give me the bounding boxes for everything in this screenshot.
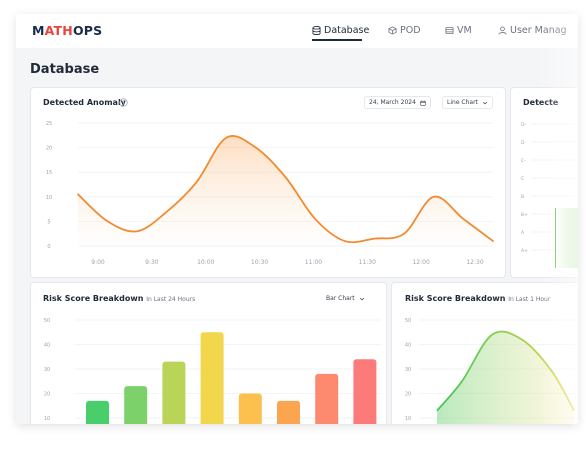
server-icon [445,26,454,35]
risk-24h-card: Risk Score Breakdown In Last 24 Hours Ba… [30,282,387,424]
grade-card: Detecte D- D C- C B B+ A A+ [510,87,578,278]
nav-item-label: Database [324,25,370,36]
risk-bar [353,359,377,424]
anomaly-area-fill [78,135,493,246]
nav-item-database[interactable]: Database [312,25,369,36]
x-tick-label: 11:00 [305,259,322,266]
grade-chart: D- D C- C B B+ A A+ [521,122,578,268]
y-tick-label: 50 [405,318,411,324]
grade-tick-label: A [521,230,525,236]
risk-24h-bar-chart: 10 20 30 40 50 [44,318,381,424]
y-tick-label: 20 [46,146,52,152]
x-tick-label: 11:30 [359,259,376,266]
cube-icon [388,26,397,35]
grade-tick-label: D- [521,122,526,128]
x-tick-label: 10:00 [197,259,214,266]
y-tick-label: 50 [44,318,50,324]
y-tick-label: 20 [405,392,411,398]
x-tick-label: 12:30 [466,259,483,266]
risk-1h-card: Risk Score Breakdown In Last 1 Hour 10 20… [391,282,578,424]
nav-item-label: User Manag [510,25,567,36]
risk-bar [124,386,148,424]
risk-bar [238,393,262,424]
active-nav-indicator [312,39,362,41]
top-navbar: MATHOPS Database POD VM User Manag [16,14,578,48]
anomaly-card: Detected Anomaly 24, March 2024 Line Cha… [30,87,506,278]
brand-logo-part3: OPS [72,23,103,38]
risk-bar [86,400,109,424]
nav-item-label: POD [400,25,421,36]
grade-bar-fill [555,208,578,268]
nav-item-vm[interactable]: VM [445,25,472,36]
y-tick-label: 20 [44,392,50,398]
y-tick-label: 30 [44,367,50,373]
grade-tick-label: C [521,176,524,182]
app-window: MATHOPS Database POD VM User Manag Datab… [16,14,578,424]
grade-tick-label: D [521,140,525,146]
y-tick-label: 40 [44,343,50,349]
risk-1h-area-fill [437,331,574,424]
x-tick-label: 9:00 [91,259,105,266]
x-tick-label: 9:30 [145,259,159,266]
user-icon [498,26,507,35]
grade-tick-label: A+ [521,248,528,254]
risk-1h-area-chart: 10 20 30 40 50 [405,318,578,424]
grade-tick-label: B [521,194,524,200]
y-tick-label: 0 [47,244,50,250]
nav-item-pod[interactable]: POD [388,25,421,36]
y-tick-label: 15 [46,170,52,176]
y-tick-label: 10 [405,416,411,422]
risk-bar [200,332,224,424]
y-tick-label: 10 [46,195,52,201]
y-tick-label: 30 [405,367,411,373]
grade-tick-label: C- [521,158,526,164]
brand-logo-part2: ATH [44,23,73,38]
y-tick-label: 10 [44,416,50,422]
y-tick-label: 5 [47,219,50,225]
brand-logo[interactable]: MATHOPS [32,23,102,38]
risk-bar [162,361,186,424]
risk-bar [277,400,300,424]
database-icon [312,26,321,35]
risk-bar [315,373,339,424]
brand-logo-part1: M [32,23,45,38]
y-tick-label: 40 [405,343,411,349]
x-tick-label: 12:00 [412,259,429,266]
grade-tick-label: B+ [521,212,528,218]
anomaly-line-chart: 0 5 10 15 20 25 9:00 9:30 10:00 10:30 11:00 11:30 12… [46,121,494,266]
page-title: Database [30,62,100,77]
x-tick-label: 10:30 [251,259,268,266]
nav-item-user-management[interactable]: User Manag [498,25,567,36]
y-tick-label: 25 [46,121,52,127]
nav-item-label: VM [457,25,472,36]
